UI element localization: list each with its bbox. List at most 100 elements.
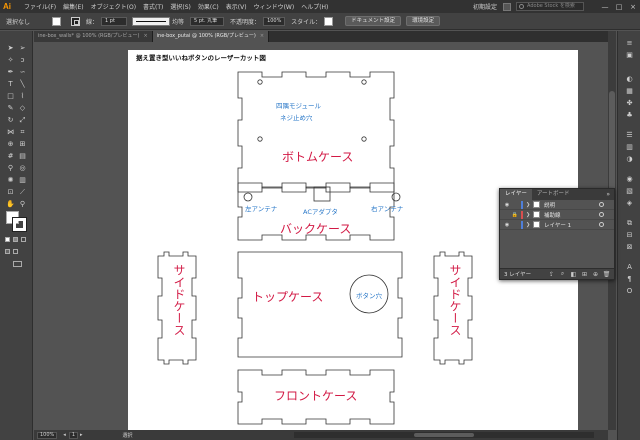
stroke-swatch[interactable] bbox=[71, 16, 81, 26]
opacity-field[interactable]: 100% bbox=[263, 16, 286, 26]
artboard-nav-next-icon[interactable]: ▸ bbox=[80, 432, 83, 438]
layer-name[interactable]: 説明 bbox=[544, 201, 555, 209]
gradient-tool-icon[interactable]: ▤ bbox=[17, 151, 28, 161]
magic-wand-icon[interactable]: ✧ bbox=[5, 55, 16, 65]
graph-tool-icon[interactable]: ▥ bbox=[17, 175, 28, 185]
menu-help[interactable]: ヘルプ(H) bbox=[301, 2, 328, 11]
stroke-weight-field[interactable]: 1 pt bbox=[101, 16, 128, 26]
stroke-color-icon[interactable] bbox=[12, 217, 27, 232]
draw-behind-icon[interactable] bbox=[13, 249, 18, 254]
stroke-panel-icon[interactable]: ☰ bbox=[624, 131, 635, 140]
panel-menu-icon[interactable]: » bbox=[606, 191, 610, 198]
expand-arrow-icon[interactable]: ❯ bbox=[526, 222, 533, 228]
clipping-mask-icon[interactable]: ◧ bbox=[569, 271, 578, 278]
artboard-tool-icon[interactable]: ⊡ bbox=[5, 187, 16, 197]
transparency-icon[interactable]: ◑ bbox=[624, 155, 635, 164]
shape-builder-icon[interactable]: ⊕ bbox=[5, 139, 16, 149]
tab-putai[interactable]: ine-box_putai @ 100% (RGB/プレビュー) × bbox=[152, 31, 270, 42]
symbol-sprayer-icon[interactable]: ✺ bbox=[5, 175, 16, 185]
slice-tool-icon[interactable]: ⟋ bbox=[17, 187, 28, 197]
curvature-tool-icon[interactable]: ∽ bbox=[17, 67, 28, 77]
pencil-icon[interactable]: ✎ bbox=[5, 103, 16, 113]
appearance-icon[interactable]: ◉ bbox=[624, 175, 635, 184]
artboard-nav-prev-icon[interactable]: ◂ bbox=[63, 432, 66, 438]
opentype-icon[interactable]: O bbox=[624, 287, 635, 296]
fill-swatch[interactable] bbox=[52, 16, 62, 26]
tab-layers[interactable]: レイヤー bbox=[500, 189, 532, 200]
align-icon[interactable]: ⊟ bbox=[624, 231, 635, 240]
mesh-tool-icon[interactable]: # bbox=[5, 151, 16, 161]
gradient-mode-icon[interactable] bbox=[13, 237, 18, 242]
scale-tool-icon[interactable]: ⤢ bbox=[17, 115, 28, 125]
menu-select[interactable]: 選択(S) bbox=[170, 2, 191, 11]
pen-tool-icon[interactable]: ✒ bbox=[5, 67, 16, 77]
new-sublayer-icon[interactable]: ⊞ bbox=[580, 271, 589, 278]
collect-export-icon[interactable]: ⇪ bbox=[547, 271, 556, 278]
swatches-icon[interactable]: ▦ bbox=[624, 87, 635, 96]
minimize-button[interactable]: — bbox=[598, 3, 612, 11]
menu-effect[interactable]: 効果(C) bbox=[198, 2, 219, 11]
graphic-styles-icon[interactable]: ▧ bbox=[624, 187, 635, 196]
expand-arrow-icon[interactable]: ❯ bbox=[526, 212, 533, 218]
brush-definition[interactable]: 5 pt. 丸筆 bbox=[190, 16, 225, 26]
visibility-eye-icon[interactable]: ◉ bbox=[503, 222, 511, 228]
symbols-icon[interactable]: ♣ bbox=[624, 111, 635, 120]
width-tool-icon[interactable]: ⋈ bbox=[5, 127, 16, 137]
menu-file[interactable]: ファイル(F) bbox=[24, 2, 56, 11]
layer-row[interactable]: 🔒 ❯ 補助線 bbox=[500, 210, 614, 220]
brushes-icon[interactable]: ✤ bbox=[624, 99, 635, 108]
search-help-icon[interactable] bbox=[503, 2, 511, 11]
workspace-switcher[interactable]: 初期設定 bbox=[473, 2, 497, 11]
artboard-number-field[interactable]: 1 bbox=[68, 431, 78, 439]
color-icon[interactable]: ◐ bbox=[624, 75, 635, 84]
eraser-icon[interactable]: ◇ bbox=[17, 103, 28, 113]
graphic-style-swatch[interactable] bbox=[324, 16, 334, 26]
locate-object-icon[interactable]: ⌕ bbox=[558, 270, 567, 278]
scroll-thumb[interactable] bbox=[414, 433, 474, 437]
layer-row[interactable]: ◉ ❯ 説明 bbox=[500, 200, 614, 210]
screen-mode-icon[interactable] bbox=[13, 261, 22, 267]
free-transform-icon[interactable]: ⌗ bbox=[17, 127, 28, 137]
zoom-tool-icon[interactable]: ⚲ bbox=[17, 199, 28, 209]
menu-edit[interactable]: 編集(E) bbox=[63, 2, 83, 11]
stock-search-input[interactable]: Adobe Stock を検索 bbox=[516, 2, 584, 11]
menu-window[interactable]: ウィンドウ(W) bbox=[254, 2, 295, 11]
menu-view[interactable]: 表示(V) bbox=[226, 2, 247, 11]
character-icon[interactable]: A bbox=[624, 263, 635, 272]
document-setup-button[interactable]: ドキュメント設定 bbox=[345, 16, 402, 26]
stroke-profile-label[interactable]: 均等 bbox=[172, 17, 184, 26]
none-mode-icon[interactable] bbox=[21, 237, 26, 242]
maximize-button[interactable]: □ bbox=[612, 3, 626, 11]
draw-normal-icon[interactable] bbox=[5, 249, 10, 254]
blend-tool-icon[interactable]: ◎ bbox=[17, 163, 28, 173]
preferences-button[interactable]: 環境設定 bbox=[406, 16, 441, 26]
expand-arrow-icon[interactable]: ❯ bbox=[526, 202, 533, 208]
paragraph-icon[interactable]: ¶ bbox=[624, 275, 635, 284]
artboards-icon[interactable]: ⧉ bbox=[624, 219, 635, 228]
gradient-panel-icon[interactable]: ▥ bbox=[624, 143, 635, 152]
tab-walls[interactable]: ine-box_walls* @ 100% (RGB/プレビュー) × bbox=[34, 31, 153, 42]
target-circle-icon[interactable] bbox=[599, 202, 604, 207]
layer-name[interactable]: レイヤー 1 bbox=[544, 221, 571, 229]
color-mode-icon[interactable] bbox=[5, 237, 10, 242]
pathfinder-icon[interactable]: ⊠ bbox=[624, 243, 635, 252]
close-icon[interactable]: × bbox=[143, 31, 147, 42]
close-button[interactable]: × bbox=[626, 3, 640, 11]
libraries-icon[interactable]: ▣ bbox=[624, 51, 635, 60]
hand-tool-icon[interactable]: ✋ bbox=[5, 199, 16, 209]
rectangle-tool-icon[interactable]: □ bbox=[5, 91, 16, 101]
lasso-icon[interactable]: ↄ bbox=[17, 55, 28, 65]
menu-object[interactable]: オブジェクト(O) bbox=[91, 2, 136, 11]
horizontal-scrollbar[interactable] bbox=[294, 432, 594, 438]
type-tool-icon[interactable]: T bbox=[5, 79, 16, 89]
layer-row[interactable]: ◉ ❯ レイヤー 1 bbox=[500, 220, 614, 230]
paintbrush-icon[interactable]: ⌇ bbox=[17, 91, 28, 101]
direct-selection-tool-icon[interactable]: ➢ bbox=[17, 43, 28, 53]
selection-tool-icon[interactable]: ➤ bbox=[5, 43, 16, 53]
layers-icon[interactable]: ◈ bbox=[624, 199, 635, 208]
perspective-grid-icon[interactable]: ⊞ bbox=[17, 139, 28, 149]
eyedropper-icon[interactable]: ⚲ bbox=[5, 163, 16, 173]
close-icon[interactable]: × bbox=[260, 31, 264, 42]
visibility-eye-icon[interactable]: ◉ bbox=[503, 202, 511, 208]
properties-icon[interactable]: ≡ bbox=[624, 39, 635, 48]
